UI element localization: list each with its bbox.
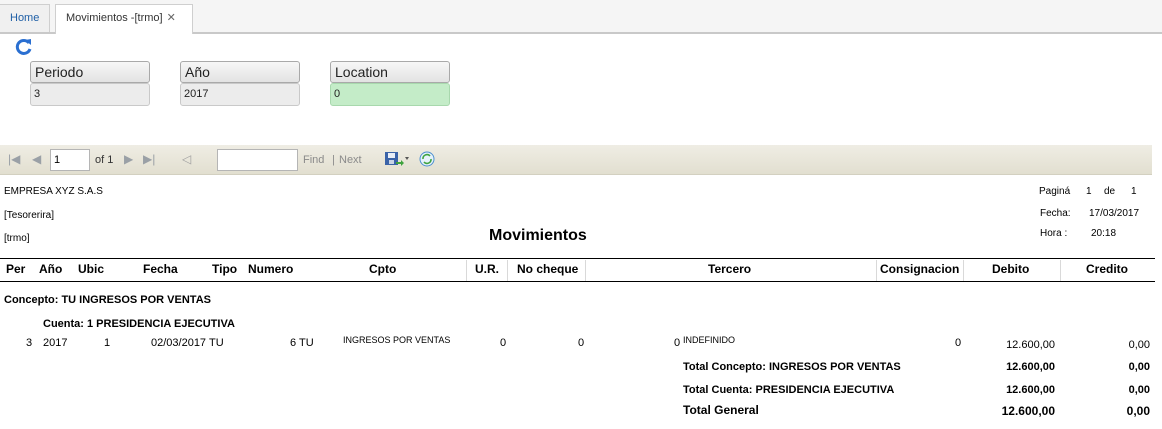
cell-cpto: INGRESOS POR VENTAS — [343, 335, 451, 345]
find-link[interactable]: Find — [303, 154, 324, 166]
cell-per: 3 — [26, 337, 33, 349]
find-separator: | — [332, 154, 335, 166]
tab-bar: Home Movimientos -[trmo] ✕ — [0, 0, 1162, 34]
col-anio: Año — [39, 262, 63, 276]
cell-fecha: 02/03/2017 — [151, 337, 207, 349]
col-nocheque: No cheque — [517, 262, 579, 276]
total-concepto-credito: 0,00 — [1128, 361, 1150, 373]
cuenta-group-header: Cuenta: 1 PRESIDENCIA EJECUTIVA — [43, 318, 235, 330]
periodo-label: Periodo — [30, 61, 150, 83]
tab-home[interactable]: Home — [0, 4, 50, 32]
cell-nocheque: 0 — [578, 337, 585, 349]
prev-page-icon[interactable]: ◀ — [32, 153, 41, 165]
anio-label: Año — [180, 61, 300, 83]
column-divider — [876, 260, 877, 281]
refresh-report-icon[interactable] — [419, 151, 435, 170]
col-consignacion: Consignacion — [880, 262, 960, 276]
report-title: Movimientos — [489, 227, 587, 244]
tab-movimientos-label: Movimientos -[trmo] — [66, 12, 163, 24]
cell-tercero: INDEFINIDO — [683, 335, 736, 345]
find-input[interactable] — [217, 149, 298, 171]
pagina-de-label: de — [1104, 186, 1116, 197]
col-credito: Credito — [1086, 262, 1128, 276]
total-cuenta-debito: 12.600,00 — [1006, 384, 1055, 396]
pagina-label: Paginá — [1039, 186, 1071, 197]
fecha-value: 17/03/2017 — [1089, 208, 1140, 219]
anio-field[interactable]: 2017 — [180, 83, 300, 106]
tab-movimientos[interactable]: Movimientos -[trmo] ✕ — [55, 4, 193, 34]
last-page-icon[interactable]: ▶| — [143, 153, 155, 165]
col-ur: U.R. — [475, 262, 499, 276]
cell-credito: 0,00 — [1128, 339, 1150, 351]
col-numero: Numero — [248, 262, 294, 276]
back-icon[interactable]: ◁ — [182, 153, 191, 165]
total-concepto-debito: 12.600,00 — [1006, 361, 1055, 373]
column-divider — [963, 260, 964, 281]
col-tercero: Tercero — [708, 262, 752, 276]
pagina-total: 1 — [1131, 186, 1137, 197]
close-icon[interactable]: ✕ — [167, 12, 176, 24]
total-general-label: Total General — [683, 403, 759, 417]
location-field[interactable]: 0 — [330, 83, 450, 106]
hora-value: 20:18 — [1091, 228, 1117, 239]
concepto-group-header: Concepto: TU INGRESOS POR VENTAS — [4, 294, 211, 306]
company-name: EMPRESA XYZ S.A.S — [4, 186, 103, 197]
col-debito: Debito — [992, 262, 1030, 276]
cell-anio: 2017 — [43, 337, 68, 349]
column-divider — [466, 260, 467, 281]
total-general-credito: 0,00 — [1126, 404, 1150, 418]
total-general-debito: 12.600,00 — [1001, 404, 1055, 418]
total-cuenta-credito: 0,00 — [1128, 384, 1150, 396]
tab-home-label: Home — [10, 12, 40, 24]
report-code: [trmo] — [4, 233, 30, 244]
page-of-label: of 1 — [95, 154, 114, 166]
location-label: Location — [330, 61, 450, 83]
cell-debito: 12.600,00 — [1006, 339, 1055, 351]
first-page-icon[interactable]: |◀ — [8, 153, 20, 165]
col-tipo: Tipo — [212, 262, 238, 276]
col-fecha: Fecha — [143, 262, 178, 276]
total-concepto-label: Total Concepto: INGRESOS POR VENTAS — [683, 361, 901, 373]
cell-ur: 0 — [500, 337, 507, 349]
pagina-number: 1 — [1086, 186, 1092, 197]
col-per: Per — [6, 262, 26, 276]
hora-label: Hora : — [1040, 228, 1068, 239]
column-divider — [507, 260, 508, 281]
export-save-icon[interactable] — [384, 151, 410, 170]
refresh-icon[interactable] — [14, 38, 34, 56]
col-cpto: Cpto — [369, 262, 397, 276]
cell-numero: 6 TU — [290, 337, 314, 349]
cell-ubic: 1 — [104, 337, 111, 349]
department-name: [Tesorerira] — [4, 210, 55, 221]
fecha-label: Fecha: — [1040, 208, 1071, 219]
col-ubic: Ubic — [78, 262, 105, 276]
periodo-field[interactable]: 3 — [30, 83, 150, 106]
column-divider — [585, 260, 586, 281]
cell-consignacion: 0 — [955, 337, 962, 349]
total-cuenta-label: Total Cuenta: PRESIDENCIA EJECUTIVA — [683, 384, 895, 396]
cell-tercero-code: 0 — [674, 337, 681, 349]
header-top-rule — [0, 258, 1155, 259]
next-link[interactable]: Next — [339, 154, 362, 166]
column-divider — [1060, 260, 1061, 281]
cell-tipo: TU — [209, 337, 224, 349]
header-bottom-rule — [0, 281, 1155, 282]
next-page-icon[interactable]: ▶ — [124, 153, 133, 165]
report-toolbar: |◀ ◀ 1 of 1 ▶ ▶| ◁ Find | Next — [0, 145, 1152, 175]
page-number-input[interactable]: 1 — [50, 149, 90, 171]
